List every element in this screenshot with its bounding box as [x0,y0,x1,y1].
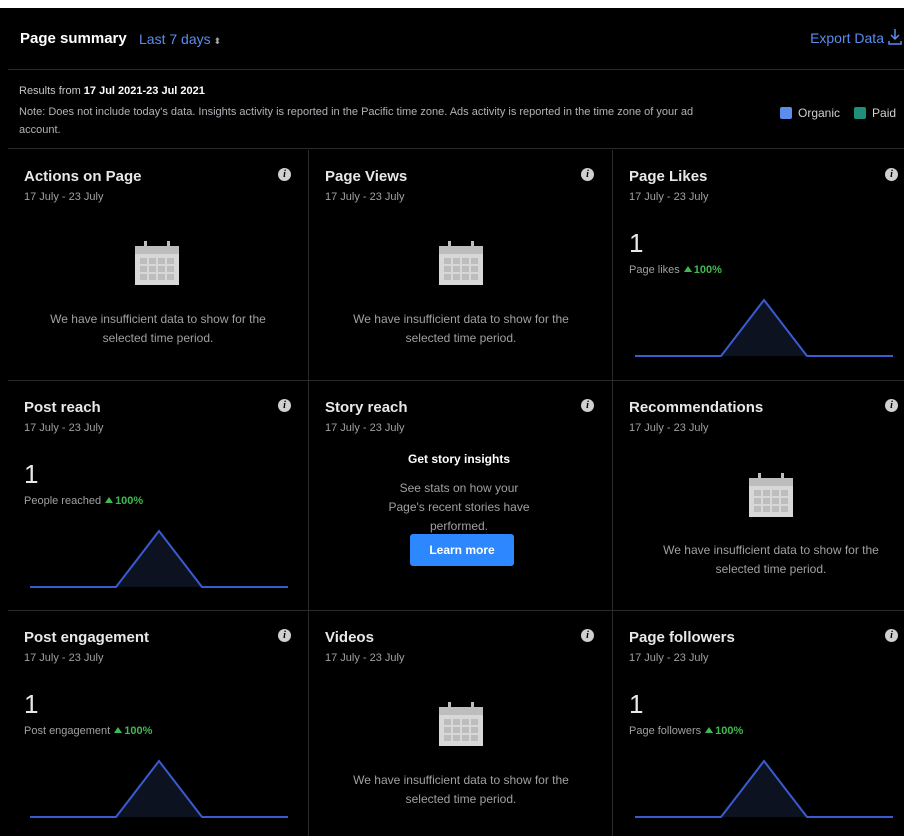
card-date: 17 July - 23 July [24,422,104,434]
metric-label-text: Post engagement [24,725,111,737]
info-icon[interactable]: i [885,629,898,642]
download-icon[interactable] [888,28,902,46]
export-data-link[interactable]: Export Data [810,30,884,46]
card-title: Videos [325,629,374,646]
card-date: 17 July - 23 July [629,422,709,434]
calendar-icon [749,473,793,517]
organic-swatch [780,107,792,119]
card-title: Page Likes [629,168,708,185]
card-page-followers[interactable]: Page followers 17 July - 23 July i 1 Pag… [613,611,904,836]
date-range-selector[interactable]: Last 7 days ⬍ [139,31,221,47]
calendar-icon [135,241,179,285]
change-value: 100% [115,495,144,507]
card-actions-on-page[interactable]: Actions on Page 17 July - 23 July i We h… [8,150,308,380]
sparkline [30,529,288,588]
metric-label: Post engagement 100% [24,725,152,737]
date-range-label: Last 7 days [139,31,211,47]
card-post-reach[interactable]: Post reach 17 July - 23 July i 1 People … [8,381,308,610]
results-info: Results from 17 Jul 2021-23 Jul 2021 Not… [8,71,904,149]
metric-label-text: Page followers [629,725,702,737]
sparkline [30,759,288,818]
metric-value: 1 [24,689,39,719]
card-title: Post engagement [24,629,150,646]
page-title: Page summary [20,30,127,47]
card-title: Recommendations [629,399,764,416]
results-range: 17 Jul 2021-23 Jul 2021 [83,85,205,97]
card-title: Page Views [325,168,408,185]
card-title: Post reach [24,399,101,416]
paid-swatch [854,107,867,119]
metric-label: Page followers 100% [629,725,743,737]
learn-more-button[interactable]: Learn more [410,534,514,566]
legend-paid-label: Paid [872,106,897,120]
metric-value: 1 [24,459,39,489]
info-icon[interactable]: i [885,168,898,181]
card-date: 17 July - 23 July [325,191,405,203]
card-date: 17 July - 23 July [24,652,104,664]
sparkline [635,298,893,357]
insufficient-data-message: We have insufficient data to show for th… [663,543,879,576]
metric-label-text: Page likes [629,264,680,276]
change-indicator: 100% [105,495,143,507]
card-date: 17 July - 23 July [629,652,709,664]
card-date: 17 July - 23 July [325,652,405,664]
legend-paid: Paid [854,106,896,120]
card-date: 17 July - 23 July [24,191,104,203]
legend-organic: Organic [780,106,840,120]
up-arrow-icon [705,727,714,733]
insufficient-data-message: We have insufficient data to show for th… [353,312,569,345]
change-value: 100% [715,725,744,737]
card-recommendations[interactable]: Recommendations 17 July - 23 July i We h… [613,381,904,610]
metric-label: People reached 100% [24,495,143,507]
top-strip [0,0,904,8]
card-videos[interactable]: Videos 17 July - 23 July i We have insuf… [309,611,612,836]
info-icon[interactable]: i [581,399,594,412]
metric-label: Page likes 100% [629,264,722,276]
page-summary-header: Page summary Last 7 days ⬍ Export Data [8,8,904,70]
change-value: 100% [693,264,722,276]
sparkline [635,759,893,818]
change-indicator: 100% [705,725,743,737]
results-range-text: Results from 17 Jul 2021-23 Jul 2021 [19,85,205,97]
change-indicator: 100% [683,264,722,276]
info-icon[interactable]: i [581,629,594,642]
card-title: Story reach [325,399,408,416]
info-icon[interactable]: i [278,168,291,181]
info-icon[interactable]: i [278,399,291,412]
results-prefix: Results from [19,85,84,97]
info-icon[interactable]: i [581,168,594,181]
timezone-note: Note: Does not include today's data. Ins… [19,106,694,136]
card-date: 17 July - 23 July [325,422,405,434]
story-insights-title: Get story insights [407,452,511,466]
card-story-reach[interactable]: Story reach 17 July - 23 July i Get stor… [309,381,612,610]
info-icon[interactable]: i [278,629,291,642]
change-indicator: 100% [114,725,152,737]
story-insights-description: See stats on how your Page's recent stor… [388,481,530,533]
calendar-icon [439,702,483,746]
change-value: 100% [124,725,153,737]
calendar-icon [439,241,483,285]
card-title: Actions on Page [24,168,142,185]
insufficient-data-message: We have insufficient data to show for th… [50,312,266,345]
metric-value: 1 [629,689,644,719]
card-date: 17 July - 23 July [629,191,709,203]
up-arrow-icon [683,266,692,272]
legend-organic-label: Organic [798,106,841,120]
metric-label-text: People reached [24,495,102,507]
legend: Organic Paid [780,106,904,120]
up-arrow-icon [114,727,123,733]
sort-arrows-icon: ⬍ [213,36,222,46]
card-post-engagement[interactable]: Post engagement 17 July - 23 July i 1 Po… [8,611,308,836]
insights-grid: Actions on Page 17 July - 23 July i We h… [8,150,904,836]
metric-value: 1 [629,228,644,258]
card-page-likes[interactable]: Page Likes 17 July - 23 July i 1 Page li… [613,150,904,380]
info-icon[interactable]: i [885,399,898,412]
card-page-views[interactable]: Page Views 17 July - 23 July i We have i… [309,150,612,380]
card-title: Page followers [629,629,735,646]
insufficient-data-message: We have insufficient data to show for th… [353,773,569,806]
up-arrow-icon [105,497,114,503]
